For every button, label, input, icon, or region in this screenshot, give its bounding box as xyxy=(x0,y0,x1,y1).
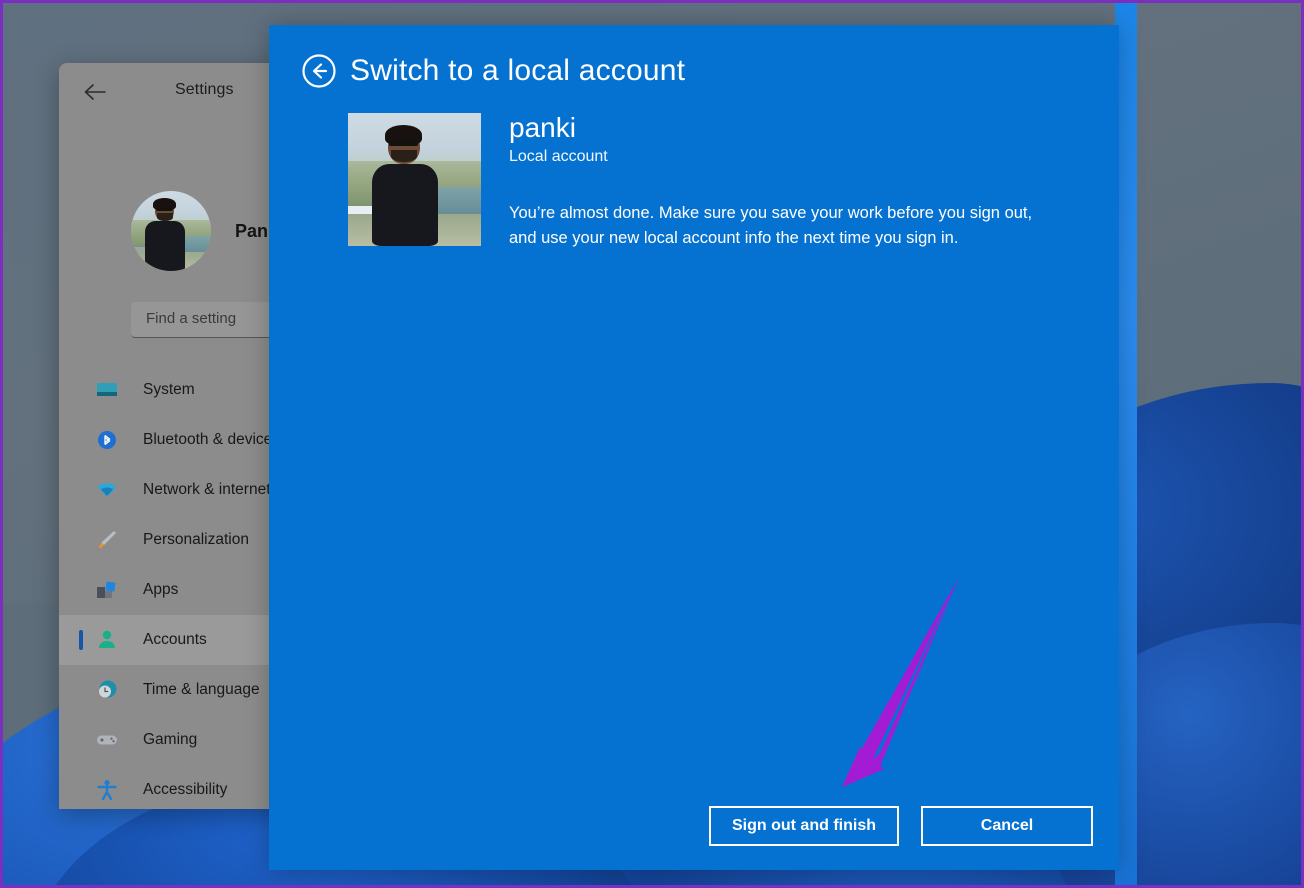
sidebar-item-label: Accessibility xyxy=(143,781,228,798)
accessibility-icon xyxy=(97,780,117,801)
sidebar-item-label: Apps xyxy=(143,581,179,598)
bluetooth-icon xyxy=(98,431,116,449)
sidebar-item-label: Accounts xyxy=(143,631,207,648)
sidebar-item-label: Network & internet xyxy=(143,481,271,498)
dialog-actions: Sign out and finish Cancel xyxy=(709,806,1093,846)
avatar-photo xyxy=(348,113,481,246)
dialog-username: panki xyxy=(509,112,576,143)
cancel-button[interactable]: Cancel xyxy=(921,806,1093,846)
clock-globe-icon xyxy=(99,680,117,698)
sign-out-and-finish-button[interactable]: Sign out and finish xyxy=(709,806,899,846)
person-icon xyxy=(99,630,115,648)
dialog-user-text: panki Local account xyxy=(509,113,608,166)
back-arrow-icon[interactable] xyxy=(81,81,109,103)
dialog-header: Switch to a local account xyxy=(301,53,685,89)
dialog-body-text: You’re almost done. Make sure you save y… xyxy=(509,204,1033,247)
dialog-account-type: Local account xyxy=(509,148,608,166)
gamepad-icon xyxy=(97,735,117,745)
sidebar-item-label: Bluetooth & devices xyxy=(143,431,281,448)
circled-back-arrow-icon[interactable] xyxy=(301,53,337,89)
avatar xyxy=(131,191,211,271)
wifi-icon xyxy=(97,483,117,497)
sidebar-item-label: System xyxy=(143,381,195,398)
avatar-photo xyxy=(131,191,211,271)
page-title: Switch to a local account xyxy=(350,54,686,87)
switch-to-local-account-dialog: Switch to a local account panki Local ac… xyxy=(269,25,1119,870)
paintbrush-icon xyxy=(98,531,116,549)
apps-icon xyxy=(97,581,116,598)
settings-title: Settings xyxy=(175,81,234,98)
screen-root: Settings Pankil Shah Find a setting xyxy=(0,0,1304,888)
sidebar-item-label: Time & language xyxy=(143,681,260,698)
sidebar-item-label: Personalization xyxy=(143,531,249,548)
monitor-icon xyxy=(97,383,117,396)
search-placeholder: Find a setting xyxy=(146,310,237,327)
sidebar-item-label: Gaming xyxy=(143,731,198,748)
avatar xyxy=(348,113,481,246)
